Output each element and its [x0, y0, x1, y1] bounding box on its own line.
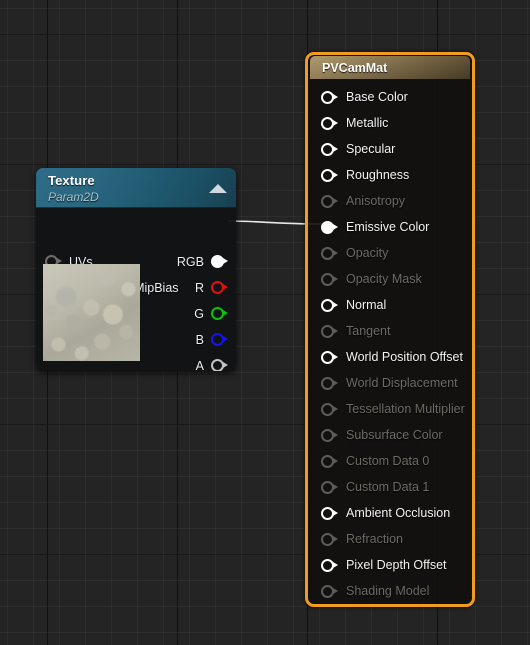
pin-icon-anisotropy[interactable]: [321, 194, 338, 209]
texture-node-header[interactable]: Texture Param2D: [36, 168, 236, 208]
texture-node-subtitle: Param2D: [48, 190, 99, 204]
pin-icon-emissive-color[interactable]: [321, 220, 338, 235]
pin-icon-world-displacement[interactable]: [321, 376, 338, 391]
pin-icon-world-position-offset[interactable]: [321, 350, 338, 365]
material-pin-label: Tangent: [346, 324, 391, 338]
material-pin-pixel-depth-offset[interactable]: Pixel Depth Offset: [308, 552, 472, 578]
material-pin-tangent[interactable]: Tangent: [308, 318, 472, 344]
material-graph-canvas[interactable]: Texture Param2D UVs Apply View MipBias R…: [0, 0, 530, 645]
pin-icon-metallic[interactable]: [321, 116, 338, 131]
pin-icon-refraction[interactable]: [321, 532, 338, 547]
material-pin-label: World Position Offset: [346, 350, 463, 364]
material-pin-label: Emissive Color: [346, 220, 430, 234]
material-pin-label: Refraction: [346, 532, 403, 546]
pin-icon-subsurface-color[interactable]: [321, 428, 338, 443]
material-pin-label: Normal: [346, 298, 387, 312]
material-pin-specular[interactable]: Specular: [308, 136, 472, 162]
material-pin-label: Metallic: [346, 116, 389, 130]
material-pin-opacity-mask[interactable]: Opacity Mask: [308, 266, 472, 292]
material-pin-shading-model[interactable]: Shading Model: [308, 578, 472, 604]
pin-icon-rgb[interactable]: [211, 254, 228, 269]
material-pin-ambient-occlusion[interactable]: Ambient Occlusion: [308, 500, 472, 526]
texture-output-g-label: G: [194, 306, 204, 321]
material-pin-label: Shading Model: [346, 584, 430, 598]
material-pin-normal[interactable]: Normal: [308, 292, 472, 318]
texture-output-a[interactable]: A: [196, 358, 228, 371]
pin-icon-g[interactable]: [211, 306, 228, 321]
pin-icon-tessellation-multiplier[interactable]: [321, 402, 338, 417]
node-pvcammat[interactable]: PVCamMat Base Color Metallic Specular Rough…: [305, 52, 475, 607]
material-pin-label: Ambient Occlusion: [346, 506, 451, 520]
pin-icon-custom-data-0[interactable]: [321, 454, 338, 469]
material-pin-refraction[interactable]: Refraction: [308, 526, 472, 552]
pin-icon-tangent[interactable]: [321, 324, 338, 339]
pin-icon-pixel-depth-offset[interactable]: [321, 558, 338, 573]
material-pin-custom-data-0[interactable]: Custom Data 0: [308, 448, 472, 474]
material-pin-label: Opacity: [346, 246, 389, 260]
material-node-title: PVCamMat: [322, 60, 388, 75]
pin-icon-opacity[interactable]: [321, 246, 338, 261]
pin-icon-r[interactable]: [211, 280, 228, 295]
material-pin-label: Custom Data 1: [346, 480, 430, 494]
material-pin-label: Subsurface Color: [346, 428, 443, 442]
pin-icon-roughness[interactable]: [321, 168, 338, 183]
material-pin-label: Pixel Depth Offset: [346, 558, 447, 572]
texture-output-r-label: R: [194, 280, 204, 295]
texture-preview-thumbnail[interactable]: [43, 264, 140, 361]
material-pin-metallic[interactable]: Metallic: [308, 110, 472, 136]
material-node-header[interactable]: PVCamMat: [310, 56, 470, 79]
texture-output-b-label: B: [195, 332, 204, 347]
material-pin-label: Base Color: [346, 90, 408, 104]
material-pin-subsurface-color[interactable]: Subsurface Color: [308, 422, 472, 448]
texture-output-rgb[interactable]: RGB: [177, 254, 228, 269]
node-texture[interactable]: Texture Param2D UVs Apply View MipBias R…: [36, 168, 236, 371]
material-pin-custom-data-1[interactable]: Custom Data 1: [308, 474, 472, 500]
material-pin-base-color[interactable]: Base Color: [308, 84, 472, 110]
material-pin-label: Roughness: [346, 168, 410, 182]
pin-icon-b[interactable]: [211, 332, 228, 347]
triangle-up-icon[interactable]: [209, 184, 227, 193]
texture-output-rgb-label: RGB: [176, 254, 204, 269]
material-pin-label: World Displacement: [346, 376, 458, 390]
material-pin-label: Specular: [346, 142, 396, 156]
material-pin-label: Custom Data 0: [346, 454, 430, 468]
material-node-body: Base Color Metallic Specular Roughness Aniso…: [308, 79, 472, 604]
pin-icon-shading-model[interactable]: [321, 584, 338, 599]
texture-node-title: Texture: [48, 173, 95, 188]
material-pin-world-position-offset[interactable]: World Position Offset: [308, 344, 472, 370]
texture-node-body: UVs Apply View MipBias RGB R G B: [36, 208, 236, 371]
material-pin-emissive-color[interactable]: Emissive Color: [308, 214, 472, 240]
material-pin-tessellation-multiplier[interactable]: Tessellation Multiplier: [308, 396, 472, 422]
texture-output-r[interactable]: R: [195, 280, 228, 295]
pin-icon-base-color[interactable]: [321, 90, 338, 105]
pin-icon-a[interactable]: [211, 358, 228, 371]
pin-icon-custom-data-1[interactable]: [321, 480, 338, 495]
material-pin-label: Opacity Mask: [346, 272, 422, 286]
texture-output-b[interactable]: B: [196, 332, 228, 347]
pin-icon-normal[interactable]: [321, 298, 338, 313]
pin-icon-ambient-occlusion[interactable]: [321, 506, 338, 521]
material-pin-opacity[interactable]: Opacity: [308, 240, 472, 266]
material-pin-anisotropy[interactable]: Anisotropy: [308, 188, 472, 214]
material-pin-label: Tessellation Multiplier: [346, 402, 465, 416]
material-pin-label: Anisotropy: [346, 194, 406, 208]
pin-icon-opacity-mask[interactable]: [321, 272, 338, 287]
pin-icon-specular[interactable]: [321, 142, 338, 157]
material-pin-roughness[interactable]: Roughness: [308, 162, 472, 188]
material-pin-world-displacement[interactable]: World Displacement: [308, 370, 472, 396]
texture-output-a-label: A: [195, 358, 204, 372]
texture-output-g[interactable]: G: [194, 306, 228, 321]
